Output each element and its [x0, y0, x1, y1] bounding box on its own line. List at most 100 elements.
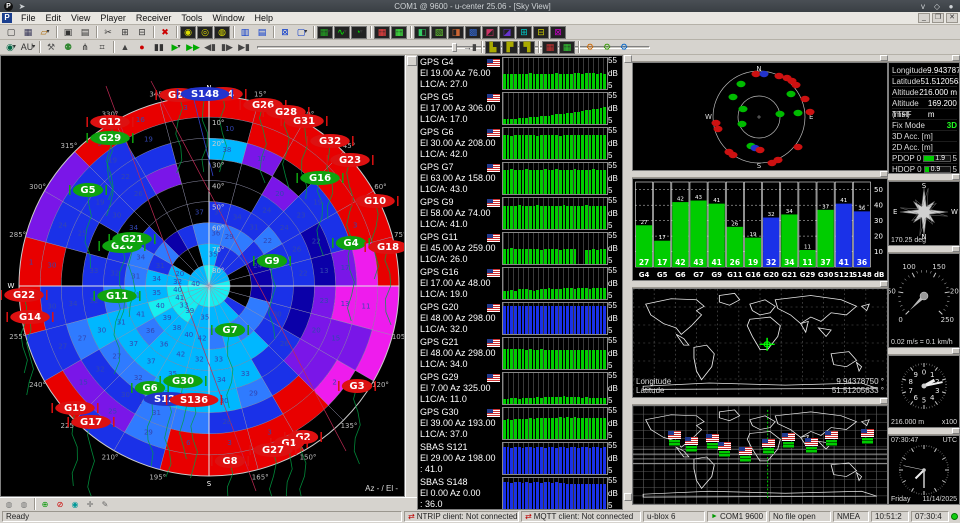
view-toggle-6-button[interactable]: ◪ [499, 26, 515, 39]
view-toggle-3-button[interactable]: ◨ [448, 26, 464, 39]
cut-button[interactable]: ✂ [100, 26, 116, 39]
satellite-world-map-panel[interactable] [632, 405, 888, 505]
menu-view[interactable]: View [66, 13, 95, 23]
satellite-entry-G30[interactable]: GPS G30El 39.00 Az 193.00L1C/A: 37.055dB… [418, 406, 622, 441]
tile-horizontal-button[interactable]: ▥ [237, 26, 253, 39]
menu-player[interactable]: Player [95, 13, 131, 23]
antenna-button[interactable]: ⋔ [77, 41, 93, 54]
new-file-button[interactable]: ▢ [3, 26, 19, 39]
view-toggle-5-button[interactable]: ◩ [482, 26, 498, 39]
tile-vertical-button[interactable]: ▤ [254, 26, 270, 39]
clock-panel[interactable]: 07:30:47 UTC Friday 11/14/2025 [888, 435, 960, 505]
map-view-button[interactable]: ▦▾ [317, 26, 333, 39]
record-button[interactable]: ● [134, 41, 150, 54]
satellite-entry-G29[interactable]: GPS G29El 7.00 Az 325.00L1C/A: 11.055dB5 [418, 371, 622, 406]
satellite-entry-G16[interactable]: GPS G16El 17.00 Az 48.00L1C/A: 19.055dB5 [418, 266, 622, 301]
sky-view-panel[interactable]: 1038373635173429202431192324223222624171… [0, 55, 405, 497]
config-gear-1-button[interactable]: ⚙ [582, 41, 598, 54]
satellite-entry-G9[interactable]: GPS G9El 58.00 Az 74.00L1C/A: 41.055dB5 [418, 196, 622, 231]
baudrate-select-button[interactable]: AU▾ [20, 41, 36, 54]
eject-button[interactable]: ▲ [117, 41, 133, 54]
view-toggle-1-button[interactable]: ◧ [414, 26, 430, 39]
compass-panel[interactable]: SEWN 170.25 deg [888, 181, 960, 246]
table-view-red-button[interactable]: ▦ [374, 26, 390, 39]
gauge-view-button[interactable]: ◔▾ [351, 26, 367, 39]
mdi-child-icon[interactable]: P [2, 13, 12, 23]
close-button[interactable]: ● [946, 2, 956, 11]
speed-gauge-panel[interactable]: 050100150200250 0.02 m/s = 0.1 km/h [888, 253, 960, 348]
chart-view-button[interactable]: ∿▾ [334, 26, 350, 39]
pause-button[interactable]: ▮▮ [151, 41, 167, 54]
satellite-entry-G7[interactable]: GPS G7El 63.00 Az 158.00L1C/A: 43.055dB5 [418, 161, 622, 196]
messages-button[interactable]: ⌗ [94, 41, 110, 54]
panel-scroll-strip[interactable] [888, 428, 960, 435]
altimeter-panel[interactable]: 0123456789 216.000 m x100 [888, 355, 960, 428]
menu-file[interactable]: File [16, 13, 41, 23]
satellite-list-panel[interactable]: GPS G4El 19.00 Az 76.00L1C/A: 27.055dB5G… [417, 55, 623, 510]
message-table-green-button[interactable]: ▦ [559, 41, 575, 54]
disconnect-button[interactable]: ⊘ [53, 499, 67, 510]
panel-scroll-strip[interactable] [888, 246, 960, 253]
mdi-restore-button[interactable]: ❐ [932, 13, 944, 23]
panel-scroll-strip[interactable] [632, 398, 888, 405]
view-toggle-2-button[interactable]: ▧ [431, 26, 447, 39]
config-gear-2-button[interactable]: ⚙ [599, 41, 615, 54]
edit-button[interactable]: ✎ [98, 499, 112, 510]
table-view-green-button[interactable]: ▦ [391, 26, 407, 39]
satellite-entry-G21[interactable]: GPS G21El 48.00 Az 298.00L1C/A: 34.055dB… [418, 336, 622, 371]
data-panel[interactable]: Longitude9.94378750°Latitude51.51205633°… [888, 62, 960, 174]
skip-button[interactable]: ▶▮ [236, 41, 252, 54]
find-message-button[interactable]: ◉ [180, 26, 196, 39]
open-button[interactable]: ▱▾ [37, 26, 53, 39]
new-view-button[interactable]: ▢▾ [294, 26, 310, 39]
histogram-z-button[interactable]: ▜ [519, 41, 535, 54]
globe-button[interactable]: ⊕ [38, 499, 52, 510]
shade-button[interactable]: v [918, 2, 928, 11]
mdi-close-button[interactable]: ✕ [946, 13, 958, 23]
view-toggle-7-button[interactable]: ⊞ [516, 26, 532, 39]
clear-button[interactable]: ✖ [157, 26, 173, 39]
view-toggle-8-button[interactable]: ⊟ [533, 26, 549, 39]
panel-scroll-strip[interactable] [888, 348, 960, 355]
tools-button[interactable]: ⚒ [43, 41, 59, 54]
record-dot-button[interactable]: ◉ [68, 499, 82, 510]
satellite-entry-G5[interactable]: GPS G5El 17.00 Az 306.00L1C/A: 17.055dB5 [418, 91, 622, 126]
step-forward-button[interactable]: ▮▶ [219, 41, 235, 54]
print-preview-button[interactable]: ▤ [77, 26, 93, 39]
menu-window[interactable]: Window [207, 13, 249, 23]
pin-icon[interactable]: ➤ [17, 2, 27, 11]
world-map-panel[interactable]: Longitude9.94378750 ° Latitude51.5120563… [632, 288, 888, 398]
debug-button[interactable]: ⚉ [60, 41, 76, 54]
sky-view-scrollbar[interactable] [405, 55, 417, 497]
connection-select-button[interactable]: ◉▾ [3, 41, 19, 54]
float-button[interactable]: ◇ [932, 2, 942, 11]
fast-forward-button[interactable]: ▶▶ [185, 41, 201, 54]
view-toggle-4-button[interactable]: ▩ [465, 26, 481, 39]
print-button[interactable]: ▣ [60, 26, 76, 39]
play-button[interactable]: ▶▾ [168, 41, 184, 54]
panel-scroll-strip[interactable] [888, 55, 960, 62]
histogram-x-button[interactable]: ▙ [485, 41, 501, 54]
satellite-entry-S121[interactable]: SBAS S121El 29.00 Az 198.00: 41.055dB5 [418, 441, 622, 476]
step-back-button[interactable]: ◀▮ [202, 41, 218, 54]
menu-edit[interactable]: Edit [41, 13, 67, 23]
satellite-list-scrollbar[interactable] [623, 55, 632, 510]
mdi-minimize-button[interactable]: _ [918, 13, 930, 23]
copy-button[interactable]: ⊞ [117, 26, 133, 39]
satellite-entry-G6[interactable]: GPS G6El 30.00 Az 208.00L1C/A: 42.055dB5 [418, 126, 622, 161]
status-circle-2-button[interactable]: ◍ [17, 499, 31, 510]
histogram-y-button[interactable]: ▛ [502, 41, 518, 54]
paste-button[interactable]: ⊟ [134, 26, 150, 39]
constellation-panel[interactable]: NEWS [632, 62, 888, 171]
playback-slider[interactable] [257, 43, 457, 52]
config-gear-3-button[interactable]: ⚙ [616, 41, 632, 54]
panel-scroll-strip[interactable] [632, 55, 888, 62]
skip-end-button[interactable]: →▮ [462, 41, 478, 54]
menu-help[interactable]: Help [249, 13, 278, 23]
menu-receiver[interactable]: Receiver [131, 13, 177, 23]
find-view-button[interactable]: ◍ [214, 26, 230, 39]
view-toggle-9-button[interactable]: ⊠ [550, 26, 566, 39]
panel-scroll-strip[interactable] [888, 174, 960, 181]
panel-scroll-strip[interactable] [632, 281, 888, 288]
status-circle-1-button[interactable]: ◍ [2, 499, 16, 510]
